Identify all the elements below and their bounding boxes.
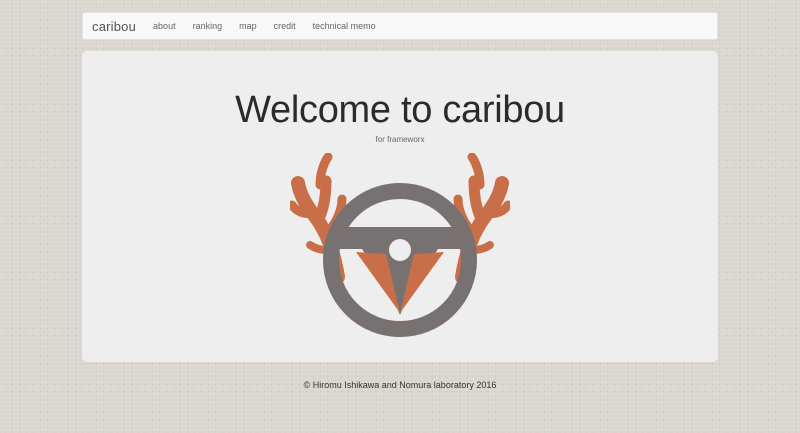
page-subtitle: for frameworx	[375, 135, 425, 144]
nav-item-credit[interactable]: credit	[274, 21, 296, 31]
nav-menu: about ranking map credit technical memo	[153, 21, 393, 31]
nav-item-about[interactable]: about	[153, 21, 176, 31]
top-navbar: caribou about ranking map credit technic…	[82, 12, 718, 40]
page-title: Welcome to caribou	[235, 89, 565, 131]
footer-copyright: © Hiromu Ishikawa and Nomura laboratory …	[303, 380, 497, 390]
nav-item-ranking[interactable]: ranking	[193, 21, 223, 31]
nav-item-map[interactable]: map	[239, 21, 257, 31]
brand-link[interactable]: caribou	[92, 19, 136, 34]
hero-panel: Welcome to caribou for frameworx	[82, 51, 718, 362]
nav-item-technical-memo[interactable]: technical memo	[313, 21, 376, 31]
wheel-hub	[389, 239, 411, 261]
caribou-logo-icon	[290, 153, 510, 337]
